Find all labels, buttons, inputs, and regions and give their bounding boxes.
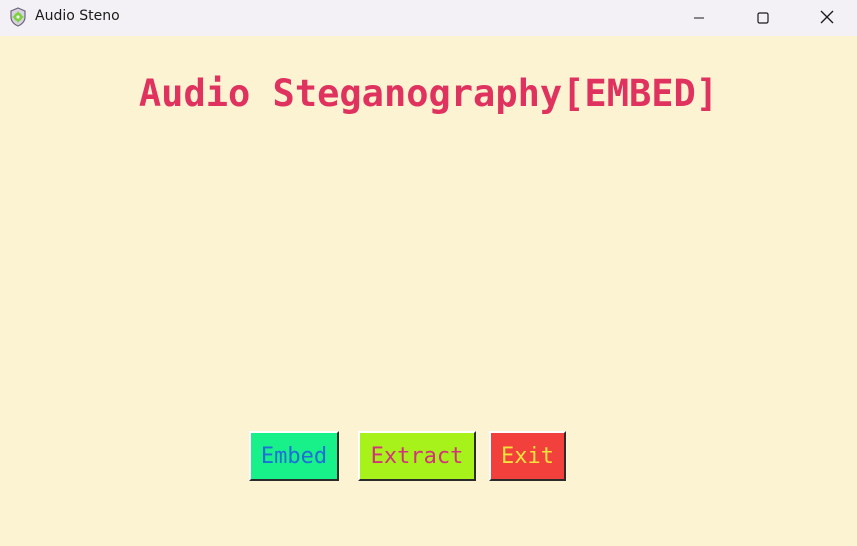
page-title: Audio Steganography[EMBED] [138,72,719,115]
minimize-icon [693,9,705,28]
exit-button[interactable]: Exit [489,431,566,481]
extract-button[interactable]: Extract [358,431,476,481]
shield-gear-icon [8,7,28,27]
maximize-button[interactable] [731,0,795,36]
maximize-icon [757,9,769,28]
window-title: Audio Steno [35,8,120,24]
title-bar[interactable]: Audio Steno [0,0,857,36]
main-panel: Audio Steganography[EMBED] Embed Extract… [0,36,857,546]
close-button[interactable] [795,0,857,36]
app-window: Audio Steno Audio Steganography[EMBED] E… [0,0,857,546]
minimize-button[interactable] [667,0,731,36]
embed-button[interactable]: Embed [249,431,339,481]
close-icon [820,9,834,28]
